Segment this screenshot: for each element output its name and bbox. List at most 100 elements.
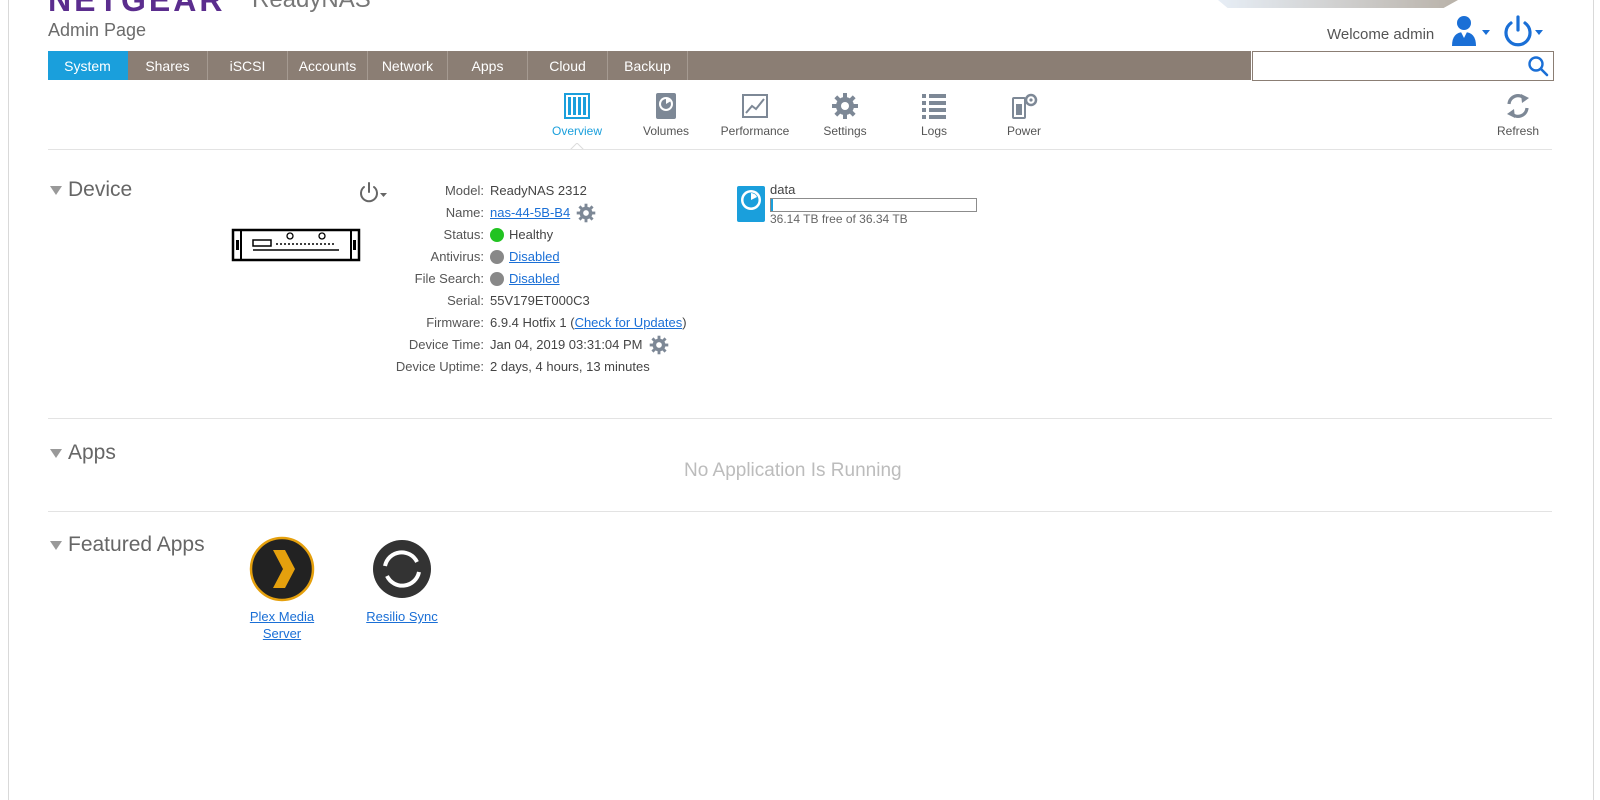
overview-icon xyxy=(564,93,590,119)
app-label[interactable]: Server xyxy=(263,626,301,641)
subnav-settings[interactable]: Settings xyxy=(805,92,885,142)
collapse-triangle-icon xyxy=(50,540,62,550)
welcome-text: Welcome admin xyxy=(1327,26,1435,43)
info-label: Name: xyxy=(445,205,484,220)
app-window xyxy=(8,0,1594,800)
list-icon xyxy=(922,94,946,119)
status-value: Healthy xyxy=(509,227,554,242)
system-power-button[interactable] xyxy=(1503,14,1549,48)
subnav-label: Settings xyxy=(823,124,867,138)
device-time-value: Jan 04, 2019 03:31:04 PM xyxy=(490,337,643,352)
performance-icon xyxy=(742,94,768,118)
collapse-triangle-icon xyxy=(50,185,62,195)
uptime-value: 2 days, 4 hours, 13 minutes xyxy=(490,359,650,374)
main-nav: System Shares iSCSI Accounts Network App… xyxy=(48,51,1251,80)
subnav-label: Refresh xyxy=(1496,124,1540,138)
info-row-file-search: File Search: Disabled xyxy=(300,269,900,289)
info-label: Status: xyxy=(443,227,484,242)
tab-iscsi[interactable]: iSCSI xyxy=(208,51,288,80)
chevron-down-icon xyxy=(1482,30,1490,35)
plex-icon xyxy=(249,536,315,602)
featured-apps-section-header[interactable]: Featured Apps xyxy=(50,533,205,557)
info-row-antivirus: Antivirus: Disabled xyxy=(300,247,900,267)
header-decoration xyxy=(1218,0,1458,8)
firmware-value: 6.9.4 Hotfix 1 xyxy=(490,315,567,330)
device-section-header[interactable]: Device xyxy=(50,178,132,202)
info-row-uptime: Device Uptime: 2 days, 4 hours, 13 minut… xyxy=(300,357,900,377)
section-title: Device xyxy=(68,178,133,201)
search-input[interactable] xyxy=(1253,52,1525,78)
serial-value: 55V179ET000C3 xyxy=(490,293,590,308)
subnav-volumes[interactable]: Volumes xyxy=(626,92,706,142)
info-row-status: Status: Healthy xyxy=(300,225,900,245)
check-updates-link[interactable]: Check for Updates xyxy=(575,313,683,333)
divider xyxy=(48,511,1552,512)
subnav-label: Power xyxy=(1006,124,1041,138)
subnav-label: Overview xyxy=(551,124,602,138)
refresh-button[interactable]: Refresh xyxy=(1478,92,1558,142)
tab-network[interactable]: Network xyxy=(368,51,448,80)
app-label[interactable]: Plex Media xyxy=(250,609,314,624)
device-name-link[interactable]: nas-44-5B-B4 xyxy=(490,203,570,223)
file-search-link[interactable]: Disabled xyxy=(509,269,560,289)
resilio-sync-icon xyxy=(373,540,431,598)
info-row-serial: Serial: 55V179ET000C3 xyxy=(300,291,900,311)
model-value: ReadyNAS 2312 xyxy=(490,183,587,198)
divider xyxy=(48,149,1552,150)
volume-usage-bar xyxy=(770,198,977,212)
tab-cloud[interactable]: Cloud xyxy=(528,51,608,80)
brand-logo: NETGEAR xyxy=(48,0,226,18)
gear-icon[interactable] xyxy=(649,335,669,355)
subnav-performance[interactable]: Performance xyxy=(715,92,795,142)
tab-shares[interactable]: Shares xyxy=(128,51,208,80)
collapse-triangle-icon xyxy=(50,448,62,458)
power-settings-icon xyxy=(1012,93,1038,119)
section-title: Apps xyxy=(68,441,116,464)
user-icon xyxy=(1452,16,1490,46)
volumes-icon xyxy=(656,93,676,119)
chevron-down-icon xyxy=(1535,30,1543,35)
volume-name: data xyxy=(770,182,796,197)
power-icon xyxy=(1504,15,1543,47)
refresh-icon xyxy=(1507,94,1529,118)
page-title: Admin Page xyxy=(48,20,147,40)
subnav-logs[interactable]: Logs xyxy=(894,92,974,142)
status-dot-icon xyxy=(490,228,504,242)
info-label: Antivirus: xyxy=(430,249,484,264)
info-label: Model: xyxy=(444,183,484,198)
subnav-label: Performance xyxy=(720,124,790,138)
info-row-firmware: Firmware: 6.9.4 Hotfix 1 (Check for Upda… xyxy=(300,313,900,333)
section-title: Featured Apps xyxy=(68,533,205,556)
tab-backup[interactable]: Backup xyxy=(608,51,688,80)
plex-media-server-app[interactable]: Plex Media Server xyxy=(232,536,332,642)
search-box xyxy=(1252,51,1554,81)
info-row-device-time: Device Time: Jan 04, 2019 03:31:04 PM xyxy=(300,335,900,355)
product-name: ReadyNAS xyxy=(252,0,371,14)
resilio-sync-app[interactable]: Resilio Sync xyxy=(352,536,452,625)
antivirus-link[interactable]: Disabled xyxy=(509,247,560,267)
status-dot-icon xyxy=(490,250,504,264)
no-app-message: No Application Is Running xyxy=(684,460,902,481)
search-icon[interactable] xyxy=(1527,55,1549,77)
info-label: Device Time: xyxy=(408,337,484,352)
info-label: Device Uptime: xyxy=(395,359,484,374)
divider xyxy=(48,418,1552,419)
gear-icon[interactable] xyxy=(576,203,596,223)
gear-icon xyxy=(832,93,858,119)
tab-accounts[interactable]: Accounts xyxy=(288,51,368,80)
app-label[interactable]: Resilio Sync xyxy=(366,609,438,624)
tab-apps[interactable]: Apps xyxy=(448,51,528,80)
info-label: Serial: xyxy=(447,293,484,308)
volume-icon[interactable] xyxy=(736,185,766,223)
user-menu-button[interactable] xyxy=(1450,14,1496,48)
subnav-label: Volumes xyxy=(642,124,690,138)
subnav-overview[interactable]: Overview xyxy=(537,92,617,142)
volume-free-text: 36.14 TB free of 36.34 TB xyxy=(770,212,908,226)
info-label: File Search: xyxy=(414,271,484,286)
status-dot-icon xyxy=(490,272,504,286)
apps-section-header[interactable]: Apps xyxy=(50,441,116,465)
volume-usage-fill xyxy=(771,199,774,211)
info-label: Firmware: xyxy=(426,315,484,330)
tab-system[interactable]: System xyxy=(48,51,128,80)
subnav-power[interactable]: Power xyxy=(984,92,1064,142)
